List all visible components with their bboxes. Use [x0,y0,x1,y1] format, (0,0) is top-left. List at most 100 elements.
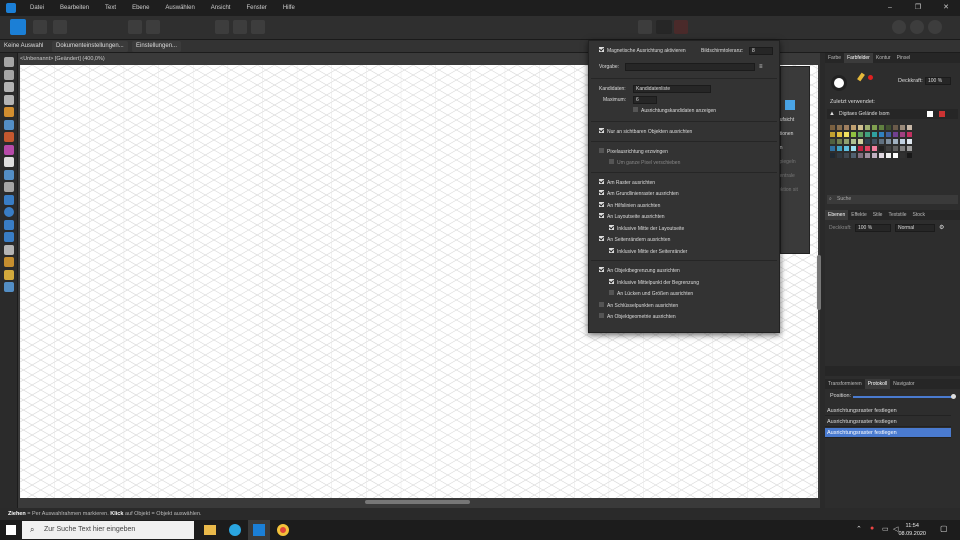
tray-app-icon[interactable]: ● [870,525,874,532]
color-swatch[interactable] [851,153,856,158]
layers_panel-tab[interactable]: Stock [910,210,929,220]
gear-icon[interactable]: ⚙ [939,223,944,233]
network-icon[interactable]: ▭ [882,525,889,533]
text-tool-icon[interactable] [4,244,14,255]
color-swatch[interactable] [879,125,884,130]
color-swatch[interactable] [858,125,863,130]
maximum-field[interactable]: 6 [633,96,657,104]
snap-option-row[interactable]: An Seitenrändern ausrichten [599,235,670,245]
notification-icon[interactable]: ▢ [940,524,948,533]
color-swatch[interactable] [844,139,849,144]
boolean-icon[interactable] [910,20,924,34]
rectangle-tool-icon[interactable] [4,194,14,205]
snap-option-checkbox[interactable] [609,247,614,253]
color-swatch[interactable] [851,132,856,137]
magnet-snapping-icon[interactable] [674,20,688,34]
color-swatch[interactable] [872,132,877,137]
horizontal-scrollbar[interactable] [365,500,470,504]
snap-option-row[interactable]: Um ganze Pixel verschieben [609,158,680,168]
layers_panel-tab[interactable]: Effekte [848,210,869,220]
brush-tool-icon[interactable] [4,132,14,142]
color-swatch[interactable] [844,153,849,158]
snap-option-checkbox[interactable] [599,190,604,196]
color-swatch[interactable] [886,132,891,137]
color-swatch[interactable] [907,125,912,130]
swatch-search[interactable]: ⌕ Suche [827,195,958,204]
color-swatch[interactable] [865,139,870,144]
fill-color-icon[interactable] [831,75,847,91]
history-entry[interactable]: Ausrichtungsraster festlegen [825,406,951,416]
color-swatch[interactable] [893,125,898,130]
clock[interactable]: 11:54 08.09.2020 [898,522,926,538]
color-swatch[interactable] [900,153,905,158]
snap-option-checkbox[interactable] [609,224,614,230]
snap-option-checkbox[interactable] [599,236,604,242]
assistant-icon[interactable] [146,20,160,34]
color-swatch[interactable] [872,125,877,130]
snap-option-checkbox[interactable] [599,178,604,184]
color-swatch[interactable] [858,132,863,137]
color_panel-tab[interactable]: Kontur [873,53,894,63]
snap-option-row[interactable]: An Objektgeometrie ausrichten [599,312,676,322]
palette-name[interactable]: Digitaes Gelände Isom [839,109,890,119]
snap-option-checkbox[interactable] [599,213,604,219]
history-entry[interactable]: Ausrichtungsraster festlegen [825,417,951,427]
magnetic-snapping-row[interactable]: Magnetische Ausrichtung aktivieren [599,46,686,56]
color-swatch[interactable] [907,139,912,144]
color-swatch[interactable] [900,139,905,144]
affinity-taskbar-button[interactable] [248,520,270,540]
color-swatch[interactable] [907,132,912,137]
blend-mode-select[interactable]: Normal [895,224,935,232]
snap-option-row[interactable]: Am Raster ausrichten [599,178,655,188]
menu-item-0[interactable]: Datei [22,0,52,16]
snap-option-checkbox[interactable] [599,267,604,273]
color-swatch[interactable] [837,125,842,130]
history-entry[interactable]: Ausrichtungsraster festlegen [825,428,951,438]
color-swatch[interactable] [844,125,849,130]
tray-chevron-icon[interactable]: ⌃ [856,525,862,533]
snap-option-row[interactable]: An Hilfslinien ausrichten [599,201,660,211]
share-icon[interactable] [53,20,67,34]
color-swatch[interactable] [886,146,891,151]
insert-icon[interactable] [928,20,942,34]
snap-option-row[interactable]: Pixelausrichtung erzwingen [599,147,668,157]
vertical-scrollbar[interactable] [817,255,821,310]
color-swatch[interactable] [879,132,884,137]
corner-tool-icon[interactable] [4,94,14,105]
taskbar-search[interactable]: ⌕ Zur Suche Text hier eingeben [22,521,194,539]
distribute-icon[interactable] [251,20,265,34]
menu-item-4[interactable]: Auswählen [157,0,202,16]
color-swatch[interactable] [865,125,870,130]
candidates-select[interactable]: Kandidatenliste [633,85,711,93]
color-swatch[interactable] [858,153,863,158]
transform-origin-icon[interactable] [215,20,229,34]
color-swatch[interactable] [907,153,912,158]
arrange-icon[interactable] [892,20,906,34]
show-candidates-row[interactable]: Ausrichtungskandidaten anzeigen [633,106,716,116]
snap-option-checkbox[interactable] [599,147,604,153]
snap-option-checkbox[interactable] [609,159,614,165]
color_panel-tab[interactable]: Farbfelder [844,53,873,63]
color-swatch[interactable] [893,146,898,151]
color-swatch[interactable] [830,139,835,144]
layers_panel-tab[interactable]: Ebenen [825,210,849,220]
windows-start-icon[interactable] [6,525,16,535]
snap-option-row[interactable]: An Schlüsselpunkten ausrichten [599,301,678,311]
color-swatch[interactable] [830,146,835,151]
snap-option-checkbox[interactable] [599,301,604,307]
history-slider[interactable] [853,396,953,398]
snap-option-checkbox[interactable] [599,201,604,207]
snapping-dropdown-chevron-icon[interactable] [690,20,696,34]
edge-icon[interactable] [229,524,241,536]
fill-tool-icon[interactable] [4,144,14,155]
preset-select[interactable] [625,63,755,71]
history_panel-tab[interactable]: Protokoll [864,379,891,389]
color-swatch[interactable] [858,139,863,144]
snap-option-checkbox[interactable] [599,128,604,134]
color-swatch[interactable] [900,125,905,130]
color-swatch[interactable] [872,153,877,158]
layers_panel-tab[interactable]: Stile [870,210,886,220]
color-swatch[interactable] [900,146,905,151]
color-swatch[interactable] [844,146,849,151]
magnetic-checkbox[interactable] [599,47,604,53]
